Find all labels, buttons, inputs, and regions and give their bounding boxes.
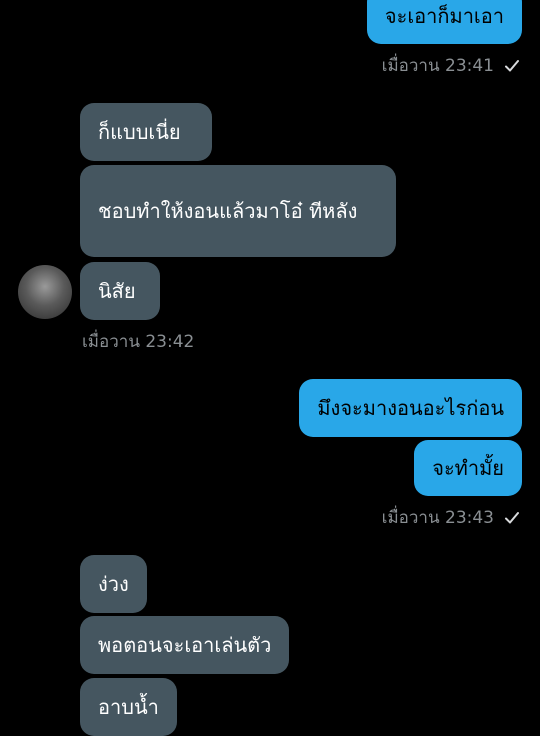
- message-text: จะทำมั้ย: [432, 456, 504, 480]
- message-timestamp: เมื่อวาน 23:42: [82, 328, 194, 355]
- timestamp-text: เมื่อวาน 23:43: [381, 508, 494, 528]
- message-text: ก็แบบเนี่ย: [98, 120, 181, 144]
- timestamp-text: เมื่อวาน 23:42: [82, 332, 195, 352]
- message-incoming[interactable]: ชอบทำให้งอนแล้วมาโอ๋ ทีหลัง: [80, 165, 396, 257]
- message-incoming[interactable]: นิสัย: [80, 262, 160, 320]
- message-text: พอตอนจะเอาเล่นตัว: [98, 633, 272, 657]
- message-incoming[interactable]: พอตอนจะเอาเล่นตัว: [80, 616, 290, 674]
- message-timestamp: เมื่อวาน 23:43: [382, 504, 520, 531]
- message-text: นิสัย: [98, 279, 136, 303]
- message-outgoing[interactable]: มึงจะมางอนอะไรก่อน: [299, 379, 522, 437]
- message-incoming[interactable]: ก็แบบเนี่ย: [80, 103, 212, 161]
- message-timestamp: เมื่อวาน 23:41: [382, 52, 520, 79]
- message-text: ง่วง: [98, 572, 129, 596]
- message-incoming[interactable]: ง่วง: [80, 555, 147, 613]
- check-icon: [505, 511, 519, 523]
- message-text: อาบน้ำ: [98, 695, 159, 719]
- message-outgoing[interactable]: จะทำมั้ย: [414, 440, 522, 496]
- message-text: มึงจะมางอนอะไรก่อน: [317, 396, 504, 420]
- message-incoming[interactable]: อาบน้ำ: [80, 678, 177, 736]
- check-icon: [505, 59, 519, 71]
- message-text: จะเอาก็มาเอา: [384, 4, 504, 28]
- message-text: ชอบทำให้งอนแล้วมาโอ๋ ทีหลัง: [98, 199, 358, 223]
- timestamp-text: เมื่อวาน 23:41: [381, 56, 494, 76]
- avatar[interactable]: [18, 265, 72, 319]
- message-outgoing[interactable]: จะเอาก็มาเอา: [366, 0, 522, 44]
